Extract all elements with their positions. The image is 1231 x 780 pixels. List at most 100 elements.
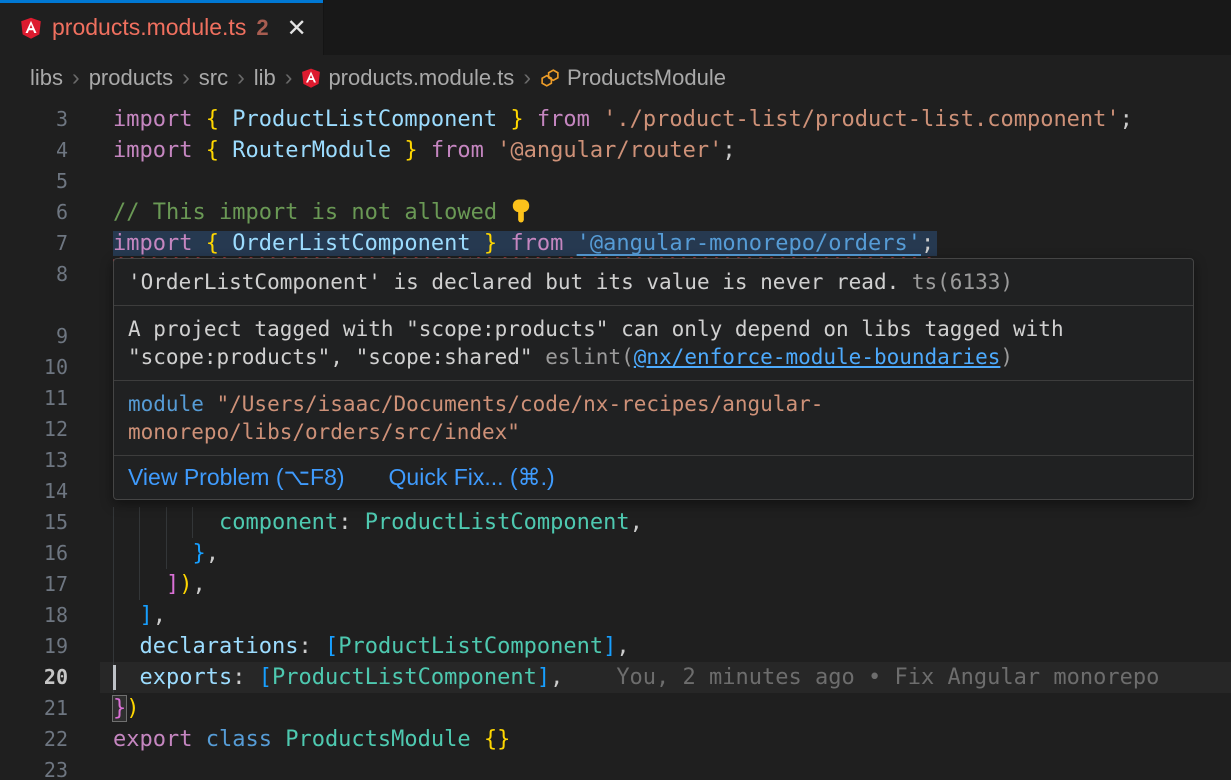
module-path-link[interactable]: '@angular-monorepo/orders' [577, 231, 921, 256]
code-line[interactable]: 22export class ProductsModule {} [0, 724, 1231, 755]
indent-guide [113, 569, 114, 600]
indent-guide [166, 507, 167, 538]
line-number[interactable]: 18 [0, 600, 68, 631]
line-number[interactable]: 3 [0, 104, 68, 135]
line-number[interactable]: 17 [0, 569, 68, 600]
line-number[interactable]: 16 [0, 538, 68, 569]
breadcrumb-item-products[interactable]: products [89, 65, 173, 91]
line-number[interactable]: 12 [0, 414, 68, 445]
breadcrumb-item-libs[interactable]: libs [30, 65, 63, 91]
code-token: declarations [140, 634, 299, 659]
code-token: './product-list/product-list.component' [590, 107, 1120, 132]
code-token: OrderListComponent [232, 231, 470, 256]
code-line[interactable]: 17 ]), [0, 569, 1231, 600]
hover-status-bar: View Problem (⌥F8) Quick Fix... (⌘.) [114, 456, 1193, 499]
code-content: component: ProductListComponent, [113, 507, 1231, 538]
breadcrumb-item-lib[interactable]: lib [254, 65, 276, 91]
line-number[interactable]: 22 [0, 724, 68, 755]
view-problem-action[interactable]: View Problem (⌥F8) [128, 464, 345, 491]
code-token: component [219, 510, 338, 535]
code-token: { [206, 107, 233, 132]
breadcrumb-item-src[interactable]: src [199, 65, 228, 91]
hover-section: module "/Users/isaac/Documents/code/nx-r… [114, 381, 1193, 455]
code-content: declarations: [ProductListComponent], [113, 631, 1231, 662]
code-token: } [192, 541, 205, 566]
line-number[interactable]: 20 [0, 662, 68, 693]
code-token: , [206, 541, 219, 566]
code-content: // This import is not allowed [113, 197, 1231, 228]
quick-fix-action[interactable]: Quick Fix... (⌘.) [389, 464, 555, 491]
hover-text: ts(6133) [899, 270, 1013, 294]
eslint-rule-link[interactable]: @nx/enforce-module-boundaries [634, 345, 1001, 369]
line-number[interactable]: 9 [0, 321, 68, 352]
code-token: } [113, 696, 126, 721]
code-line[interactable]: 21}) [0, 693, 1231, 724]
code-token: } [471, 231, 498, 256]
close-icon[interactable]: ✕ [287, 14, 307, 42]
code-line[interactable]: 20 exports: [ProductListComponent],You, … [0, 662, 1231, 693]
code-token: import [113, 231, 206, 256]
code-content: import { OrderListComponent } from '@ang… [113, 228, 1231, 259]
editor[interactable]: 3 import { ProductListComponent } from '.… [0, 100, 1231, 780]
breadcrumb-label: products.module.ts [328, 65, 514, 91]
hover-text-line: monorepo/libs/orders/src/index" [128, 418, 1179, 446]
code-token: { [206, 138, 233, 163]
code-token: from [418, 138, 484, 163]
line-number[interactable]: 11 [0, 383, 68, 414]
code-content [113, 755, 1231, 780]
line-number[interactable]: 10 [0, 352, 68, 383]
code-line[interactable]: 16 }, [0, 538, 1231, 569]
code-token: export [113, 727, 206, 752]
breadcrumb-item-productsmodule[interactable]: ProductsModule [540, 65, 726, 91]
hover-text: monorepo/libs/orders/src/index" [128, 420, 520, 444]
code-token: {} [484, 727, 511, 752]
code-token: import [113, 107, 206, 132]
code-token: class [206, 727, 285, 752]
line-number[interactable]: 21 [0, 693, 68, 724]
code-line[interactable]: 23 [0, 755, 1231, 780]
line-number[interactable]: 7 [0, 228, 68, 259]
hover-section: 'OrderListComponent' is declared but its… [114, 259, 1193, 305]
code-token: ProductListComponent [365, 510, 630, 535]
chevron-right-icon: › [237, 64, 245, 91]
code-token: , [192, 572, 205, 597]
breadcrumb-label: products [89, 65, 173, 91]
code-token: ProductListComponent [338, 634, 603, 659]
code-line[interactable]: 7 import { OrderListComponent } from '@an… [0, 228, 1231, 259]
breadcrumb-item-products-module-ts[interactable]: products.module.ts [301, 65, 514, 91]
code-line[interactable]: 19 declarations: [ProductListComponent], [0, 631, 1231, 662]
line-number[interactable]: 6 [0, 197, 68, 228]
code-token [471, 727, 484, 752]
code-line[interactable]: 3import { ProductListComponent } from '.… [0, 104, 1231, 135]
warning-underline-range: import { OrderListComponent } [113, 231, 497, 256]
breadcrumb-label: src [199, 65, 228, 91]
line-number[interactable]: 14 [0, 476, 68, 507]
indent-guide [113, 538, 114, 569]
code-token [113, 665, 140, 690]
line-number[interactable]: 13 [0, 445, 68, 476]
tab-problem-badge: 2 [256, 15, 268, 41]
code-line[interactable]: 6 // This import is not allowed [0, 197, 1231, 228]
line-number[interactable]: 19 [0, 631, 68, 662]
code-content: exports: [ProductListComponent],You, 2 m… [113, 662, 1231, 693]
code-line[interactable]: 18 ], [0, 600, 1231, 631]
indent-guide [166, 538, 167, 569]
code-content: }) [113, 693, 1231, 724]
line-number[interactable]: 8 [0, 259, 68, 290]
line-number[interactable]: 4 [0, 135, 68, 166]
angular-icon [20, 17, 42, 39]
line-number[interactable]: 23 [0, 755, 68, 780]
indent-guide [139, 569, 140, 600]
chevron-right-icon: › [523, 64, 531, 91]
tab-products-module[interactable]: products.module.ts 2 ✕ [0, 0, 324, 55]
indent-guide [139, 538, 140, 569]
indent-guide [113, 507, 114, 538]
code-line[interactable]: 5 [0, 166, 1231, 197]
line-number[interactable]: 15 [0, 507, 68, 538]
code-line[interactable]: 4import { RouterModule } from '@angular/… [0, 135, 1231, 166]
code-line[interactable]: 15 component: ProductListComponent, [0, 507, 1231, 538]
code-token: } [497, 107, 524, 132]
code-token [113, 541, 192, 566]
error-highlighted-line: import { OrderListComponent } from '@ang… [113, 231, 937, 256]
line-number[interactable]: 5 [0, 166, 68, 197]
